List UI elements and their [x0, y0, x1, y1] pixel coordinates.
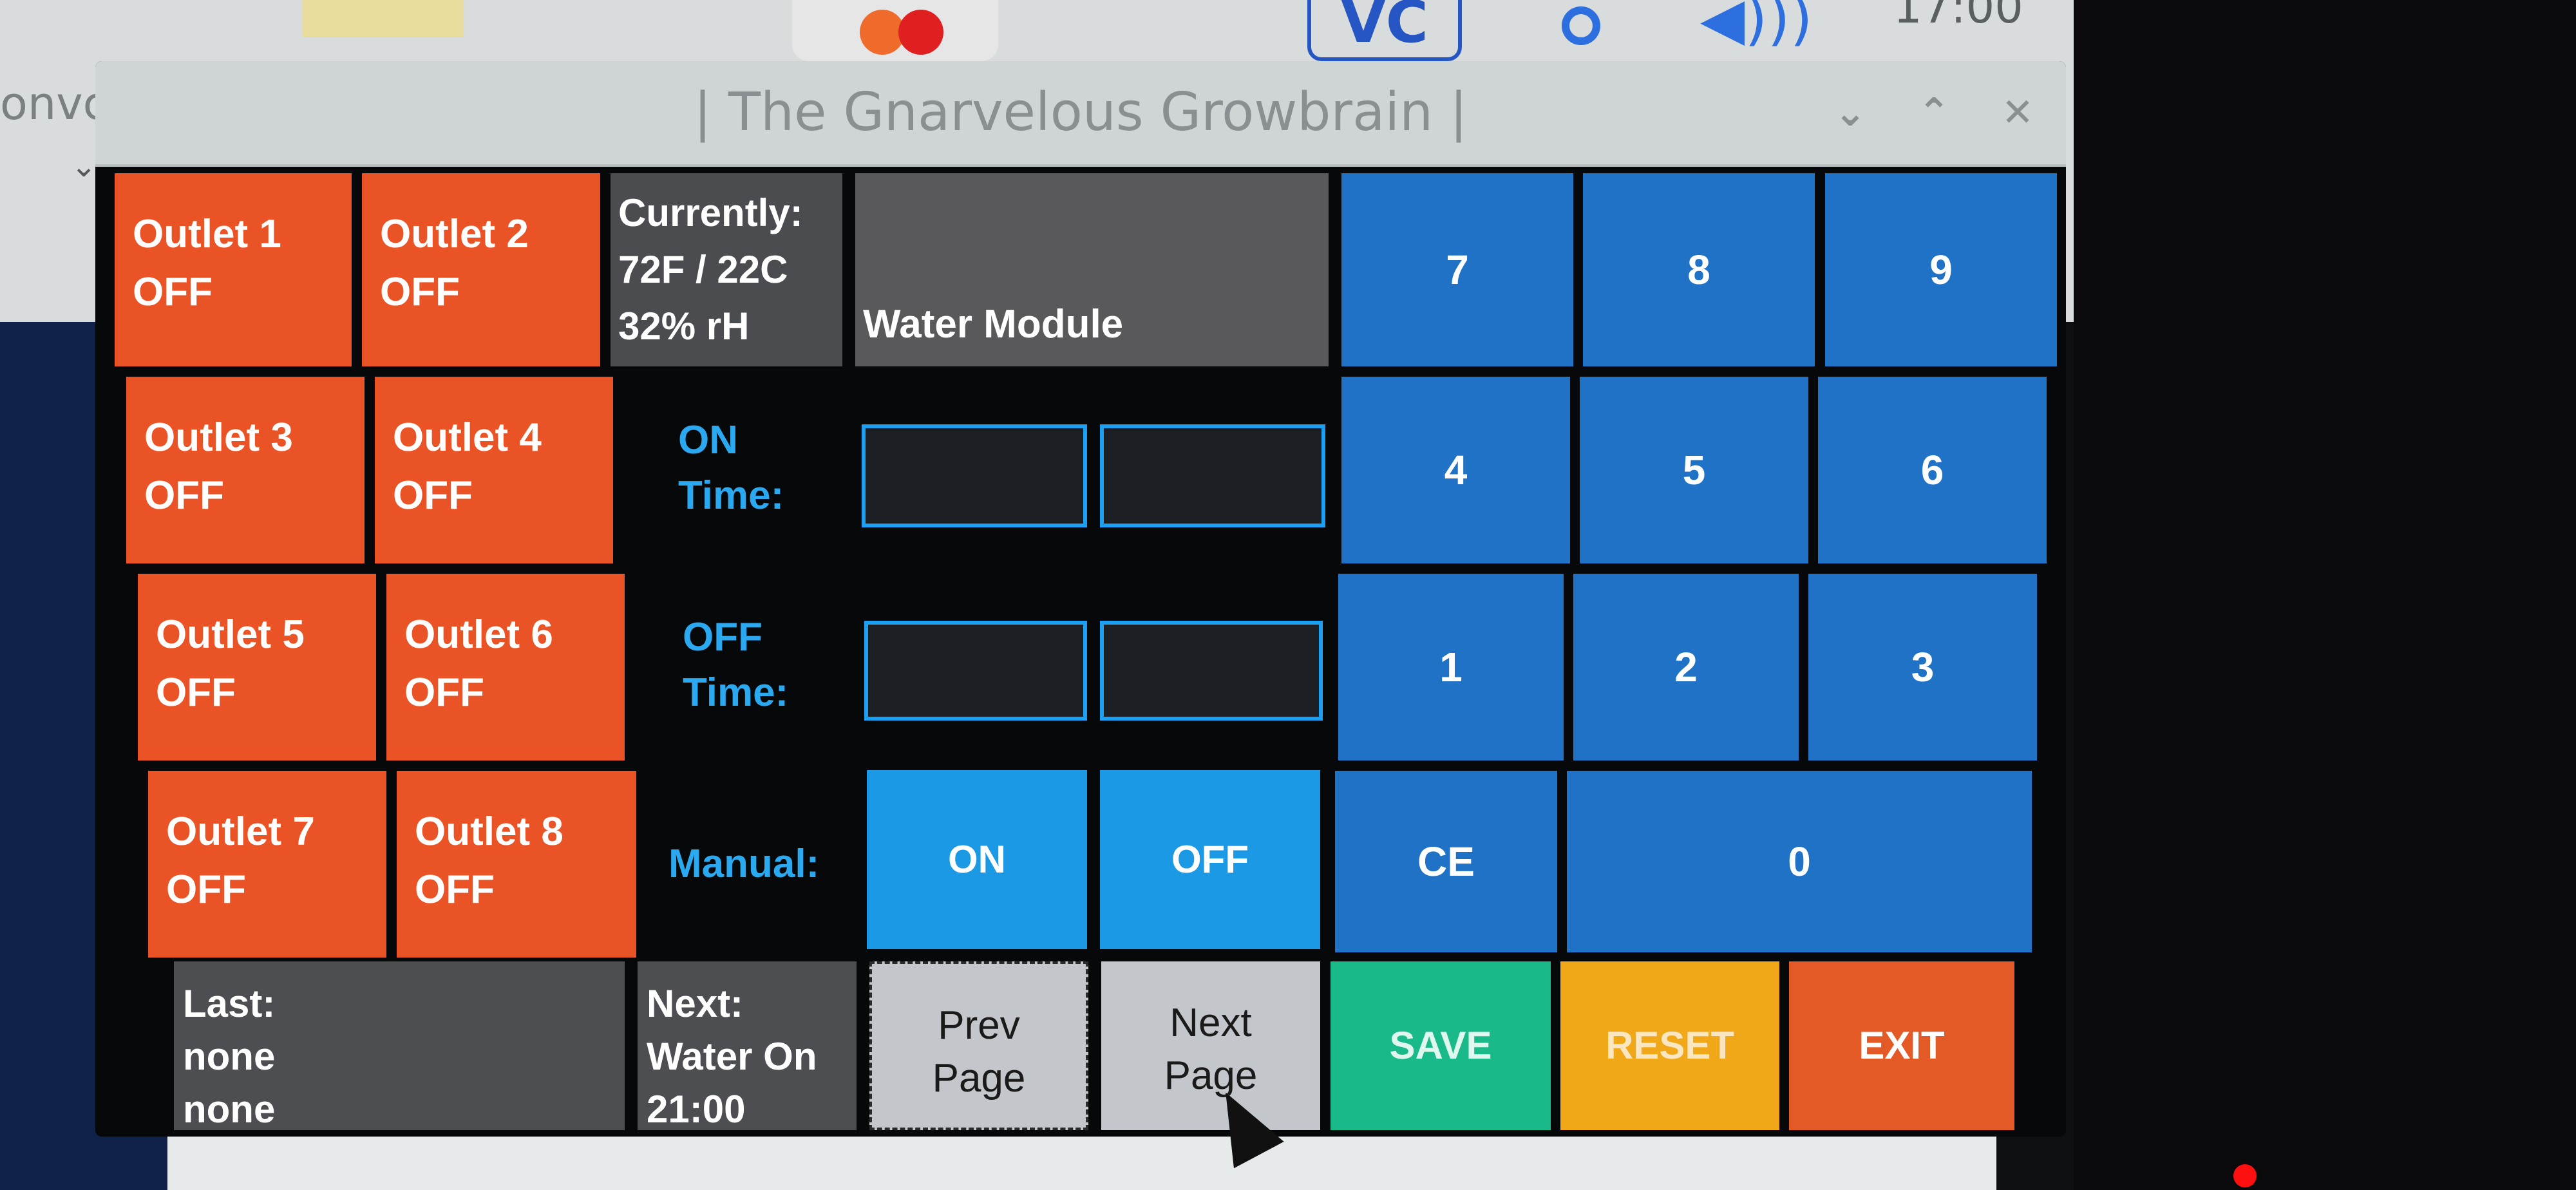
save-button[interactable]: SAVE: [1331, 961, 1551, 1130]
off-time-minute-field[interactable]: [1100, 621, 1323, 721]
keypad-8-button[interactable]: 8: [1583, 173, 1815, 366]
notes-tray-icon[interactable]: [303, 0, 464, 37]
outlet-3-button[interactable]: Outlet 3 OFF: [126, 377, 365, 563]
close-icon[interactable]: ✕: [1995, 90, 2040, 135]
on-time-label: ON Time:: [678, 413, 784, 524]
next-event-line-1: Water On: [647, 1035, 817, 1078]
chevron-up-icon[interactable]: ⌃: [1911, 90, 1956, 135]
outlet-name: Outlet 3: [144, 415, 293, 460]
screen-bezel: [2074, 0, 2576, 1190]
off-time-label-line1: OFF: [683, 615, 762, 659]
growbrain-window: | The Gnarvelous Growbrain | ⌄ ⌃ ✕ Outle…: [95, 61, 2066, 1137]
module-title-panel: Water Module: [855, 173, 1329, 366]
last-line-2: none: [183, 1088, 276, 1131]
outlet-state: OFF: [133, 270, 213, 314]
keypad-5-button[interactable]: 5: [1580, 377, 1808, 563]
outlet-name: Outlet 5: [156, 612, 305, 657]
on-time-label-line1: ON: [678, 418, 738, 462]
module-name: Water Module: [863, 302, 1124, 346]
taskbar-strip: [167, 1133, 1996, 1190]
app-logo-red-icon: [898, 10, 943, 55]
power-led: [2233, 1164, 2257, 1187]
off-time-hour-field[interactable]: [864, 621, 1087, 721]
keypad-3-button[interactable]: 3: [1808, 574, 2037, 760]
next-page-label-1: Next: [1170, 1001, 1252, 1045]
on-time-hour-field[interactable]: [862, 424, 1087, 527]
currently-label: Currently:: [618, 191, 803, 234]
on-time-minute-field[interactable]: [1100, 424, 1325, 527]
bluetooth-tray-icon[interactable]: [1562, 6, 1600, 45]
next-event-panel: Next: Water On 21:00: [638, 961, 857, 1131]
outlet-state: OFF: [156, 670, 236, 715]
off-time-label: OFF Time:: [683, 610, 788, 721]
outlet-state: OFF: [380, 270, 460, 314]
keypad-0-button[interactable]: 0: [1567, 771, 2032, 952]
next-event-line-2: 21:00: [647, 1088, 746, 1131]
manual-label: Manual:: [668, 842, 820, 886]
outlet-name: Outlet 4: [393, 415, 542, 460]
outlet-4-button[interactable]: Outlet 4 OFF: [375, 377, 613, 563]
temperature-readout: 72F / 22C: [618, 248, 788, 291]
manual-off-button[interactable]: OFF: [1100, 770, 1320, 949]
outlet-state: OFF: [144, 473, 224, 518]
prev-page-label-2: Page: [932, 1056, 1026, 1100]
outlet-6-button[interactable]: Outlet 6 OFF: [386, 574, 625, 760]
outlet-state: OFF: [166, 867, 246, 912]
chevron-down-icon[interactable]: ⌄: [1828, 90, 1873, 135]
last-event-panel: Last: none none: [174, 961, 625, 1131]
main-panel: Outlet 1 OFF Outlet 2 OFF Outlet 3 OFF O…: [95, 167, 2066, 1137]
desktop-partial-text: onvc: [0, 77, 108, 130]
vnc-tray-icon[interactable]: VC: [1307, 0, 1462, 61]
window-title: | The Gnarvelous Growbrain |: [694, 82, 1468, 143]
outlet-name: Outlet 6: [404, 612, 553, 657]
prev-page-label-1: Prev: [938, 1003, 1020, 1048]
reset-button[interactable]: RESET: [1560, 961, 1779, 1130]
on-time-label-line2: Time:: [678, 473, 784, 518]
keypad-clear-button[interactable]: CE: [1335, 771, 1557, 952]
off-time-label-line2: Time:: [683, 670, 789, 715]
outlet-state: OFF: [404, 670, 484, 715]
outlet-name: Outlet 2: [380, 212, 529, 256]
current-conditions-panel: Currently: 72F / 22C 32% rH: [611, 173, 842, 366]
last-line-1: none: [183, 1035, 276, 1078]
outlet-7-button[interactable]: Outlet 7 OFF: [148, 771, 386, 958]
next-label: Next:: [647, 982, 744, 1025]
keypad-9-button[interactable]: 9: [1825, 173, 2057, 366]
outlet-name: Outlet 1: [133, 212, 281, 256]
outlet-8-button[interactable]: Outlet 8 OFF: [397, 771, 636, 958]
tray-clock: 17:00: [1893, 0, 2023, 33]
volume-icon[interactable]: ◀))): [1700, 0, 1813, 48]
prev-page-button[interactable]: Prev Page: [869, 961, 1088, 1130]
outlet-5-button[interactable]: Outlet 5 OFF: [138, 574, 376, 760]
last-label: Last:: [183, 982, 276, 1025]
keypad-2-button[interactable]: 2: [1573, 574, 1799, 760]
outlet-state: OFF: [393, 473, 473, 518]
exit-button[interactable]: EXIT: [1789, 961, 2014, 1130]
chevron-down-icon: ⌄: [71, 148, 97, 184]
outlet-2-button[interactable]: Outlet 2 OFF: [362, 173, 600, 366]
keypad-1-button[interactable]: 1: [1338, 574, 1564, 760]
keypad-4-button[interactable]: 4: [1341, 377, 1570, 563]
next-page-label-2: Page: [1164, 1053, 1258, 1098]
window-titlebar[interactable]: | The Gnarvelous Growbrain | ⌄ ⌃ ✕: [95, 61, 2066, 167]
outlet-state: OFF: [415, 867, 495, 912]
manual-on-button[interactable]: ON: [867, 770, 1087, 949]
humidity-readout: 32% rH: [618, 305, 750, 348]
outlet-1-button[interactable]: Outlet 1 OFF: [115, 173, 352, 366]
keypad-6-button[interactable]: 6: [1818, 377, 2047, 563]
outlet-name: Outlet 7: [166, 809, 315, 854]
outlet-name: Outlet 8: [415, 809, 564, 854]
keypad-7-button[interactable]: 7: [1341, 173, 1573, 366]
